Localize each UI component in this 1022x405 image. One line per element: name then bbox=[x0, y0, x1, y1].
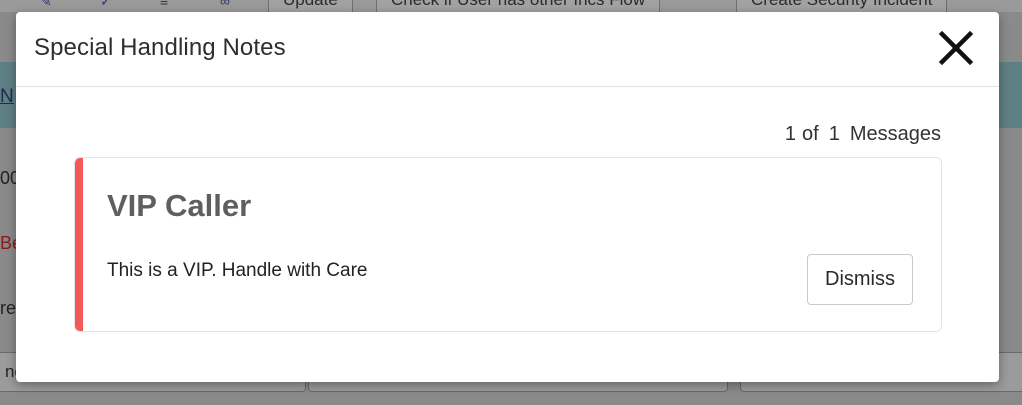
counter-suffix: Messages bbox=[849, 123, 941, 145]
counter-current: 1 bbox=[784, 123, 797, 145]
message-title: VIP Caller bbox=[107, 188, 252, 223]
counter-total: 1 bbox=[828, 123, 840, 145]
background-text-3: re bbox=[0, 298, 17, 318]
message-card: VIP Caller This is a VIP. Handle with Ca… bbox=[74, 157, 942, 332]
list-icon: ≡ bbox=[160, 0, 169, 9]
special-handling-modal: Special Handling Notes 1 of 1 Messages VIP … bbox=[16, 12, 999, 382]
dismiss-button[interactable]: Dismiss bbox=[807, 254, 913, 305]
modal-header: Special Handling Notes bbox=[16, 12, 999, 87]
modal-title: Special Handling Notes bbox=[34, 34, 286, 61]
check-icon: ✓ bbox=[100, 0, 112, 9]
close-icon bbox=[938, 30, 974, 66]
counter-of: of bbox=[802, 123, 819, 145]
more-icon: ∞ bbox=[220, 0, 230, 9]
message-accent-bar bbox=[75, 158, 83, 331]
close-button[interactable] bbox=[934, 26, 978, 70]
edit-icon: ✎ bbox=[40, 0, 52, 9]
message-body: This is a VIP. Handle with Care bbox=[107, 260, 368, 281]
background-link[interactable]: N bbox=[0, 86, 14, 108]
message-counter: 1 of 1 Messages bbox=[785, 123, 941, 146]
